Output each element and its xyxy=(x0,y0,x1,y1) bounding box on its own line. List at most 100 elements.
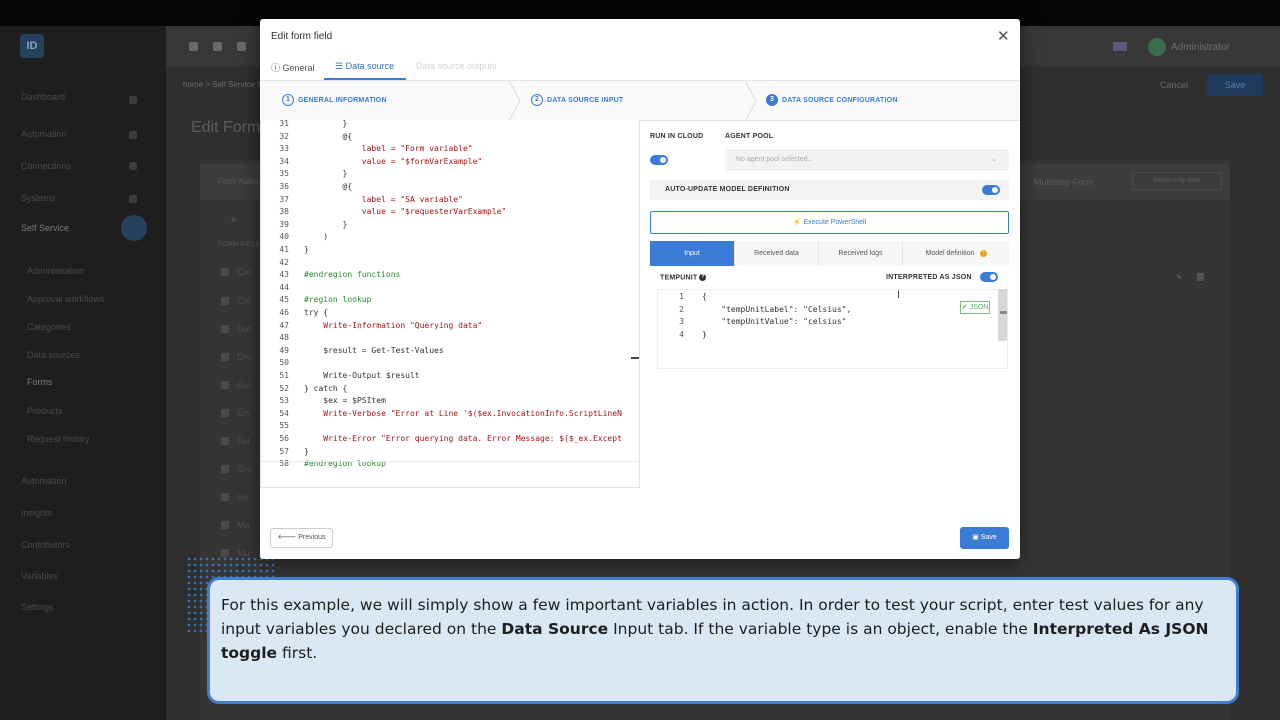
tab-received-logs[interactable]: Received logs xyxy=(819,241,903,266)
nav-item-systems[interactable]: Systems xyxy=(21,193,56,203)
save-button[interactable]: ▣ Save xyxy=(960,527,1009,549)
warning-icon: ! xyxy=(979,249,987,257)
code-text: $ex = $PSItem xyxy=(304,396,386,406)
code-text: try { xyxy=(304,308,329,317)
code-line: 44 xyxy=(261,282,639,295)
nav-item-connections[interactable]: Connections xyxy=(21,161,71,171)
code-text: value = "$formVarExample" xyxy=(304,156,483,166)
nav-item-automation[interactable]: Automation xyxy=(21,129,67,139)
code-text: $result = Get-Test-Values xyxy=(304,345,444,355)
tab-received-data[interactable]: Received data xyxy=(735,241,819,266)
execute-powershell-button[interactable]: ⚡ Execute PowerShell xyxy=(650,211,1009,234)
step-data-source-input[interactable]: 2 DATA SOURCE INPUT xyxy=(531,94,623,106)
interpreted-as-json-toggle[interactable] xyxy=(980,272,998,282)
list-item[interactable]: Dro xyxy=(221,352,252,362)
nav-sub-data-sources[interactable]: Data sources xyxy=(27,350,80,360)
line-number: 41 xyxy=(279,245,289,254)
avatar[interactable] xyxy=(1148,38,1166,56)
nav-sub-categories[interactable]: Categories xyxy=(27,322,71,332)
nav-item-contributors[interactable]: Contributors xyxy=(21,540,70,550)
bg-save-button[interactable]: Save xyxy=(1207,74,1263,96)
line-number: 1 xyxy=(679,292,684,301)
nav-sub-administration[interactable]: Administration xyxy=(27,266,84,276)
delete-icon[interactable] xyxy=(1197,273,1204,281)
editor-scroll-marker xyxy=(631,357,639,359)
code-text: #endregion functions xyxy=(304,270,401,280)
auto-update-toggle[interactable] xyxy=(982,185,1000,195)
read-only-data-button[interactable]: Read-only data xyxy=(1132,172,1222,190)
home-icon[interactable] xyxy=(189,42,198,51)
line-number: 36 xyxy=(279,182,289,191)
code-text: value = "$requesterVarExample" xyxy=(304,207,507,217)
flag-icon[interactable] xyxy=(1113,42,1127,51)
step-data-source-configuration[interactable]: 3 DATA SOURCE CONFIGURATION xyxy=(766,94,898,106)
step-general-information[interactable]: 1 GENERAL INFORMATION xyxy=(282,94,387,106)
tempunit-json-editor[interactable]: 1{2 "tempUnitLabel": "Celsius", 3 "tempUn… xyxy=(657,289,1008,369)
line-number: 34 xyxy=(279,156,289,166)
nav-item-variables[interactable]: Variables xyxy=(21,571,58,581)
nav-item-settings[interactable]: Settings xyxy=(21,602,54,612)
chevron-down-icon: ⌄ xyxy=(991,156,997,163)
code-line: 40 ) xyxy=(261,231,639,244)
wrench-icon[interactable] xyxy=(213,42,222,51)
line-number: 49 xyxy=(279,345,289,355)
line-number: 38 xyxy=(279,207,289,217)
step-chevron xyxy=(744,81,757,121)
line-number: 31 xyxy=(279,120,289,128)
agent-pool-select[interactable]: No agent pool selected... ⌄ xyxy=(725,149,1009,171)
nav-sub-forms[interactable]: Forms xyxy=(27,377,53,387)
list-item[interactable]: Fol xyxy=(221,436,250,446)
bg-cancel-button[interactable]: Cancel xyxy=(1150,74,1198,96)
search-icon[interactable]: ⌕ xyxy=(231,214,237,225)
list-item[interactable]: Em xyxy=(221,408,251,418)
user-name[interactable]: Administrator xyxy=(1171,42,1230,53)
run-in-cloud-toggle[interactable] xyxy=(650,155,668,165)
nav-item-dashboard[interactable]: Dashboard xyxy=(21,92,65,102)
code-text: @{ xyxy=(304,182,353,191)
code-line: 52} catch { xyxy=(261,383,639,396)
edit-icon[interactable]: ✎ xyxy=(1176,273,1183,282)
code-text: @{ xyxy=(304,131,353,141)
line-number: 35 xyxy=(279,169,289,179)
json-scrollbar[interactable] xyxy=(998,289,1007,341)
tab-data-source-outputs: Data source outputs xyxy=(416,61,497,71)
tab-model-definition[interactable]: Model definition! xyxy=(903,241,1009,266)
run-in-cloud-label: RUN IN CLOUD xyxy=(650,133,704,140)
nav-item-self-service[interactable]: Self Service xyxy=(21,223,69,233)
code-line: 32 @{ xyxy=(261,131,639,144)
tab-input[interactable]: Input xyxy=(650,241,735,266)
list-item[interactable]: Gro xyxy=(221,464,252,474)
nav-item-insights[interactable]: Insights xyxy=(21,508,52,518)
line-number: 45 xyxy=(279,295,289,305)
nav-sub-products[interactable]: Products xyxy=(27,406,63,416)
multistep-label: Multistep Form xyxy=(1034,177,1094,187)
tools-icon[interactable] xyxy=(237,42,246,51)
download-icon xyxy=(129,162,137,170)
code-text: Write-Information "Querying data" xyxy=(304,320,483,330)
line-number: 46 xyxy=(279,308,289,317)
tab-general[interactable]: ⓘ General xyxy=(271,61,315,74)
code-line: 33 label = "Form variable" xyxy=(261,143,639,156)
list-item[interactable]: Dat xyxy=(221,324,251,334)
json-line: 3 "tempUnitValue": "celsius" xyxy=(658,316,998,329)
tab-data-source[interactable]: ☰ Data source xyxy=(335,61,394,72)
nav-item-automation-2[interactable]: Automation xyxy=(21,476,67,486)
line-number: 4 xyxy=(679,329,684,339)
tempunit-label: TEMPUNIT? xyxy=(660,274,707,282)
form-name-label: Form Name xyxy=(218,177,261,186)
nav-sub-approval-workflows[interactable]: Approval workflows xyxy=(27,294,105,304)
database-icon: ☰ xyxy=(335,61,346,71)
nav-sub-request-history[interactable]: Request history xyxy=(27,434,90,444)
list-item[interactable]: Ma xyxy=(221,520,250,530)
code-line: 55 xyxy=(261,420,639,433)
close-icon[interactable]: ✕ xyxy=(997,27,1010,45)
list-item[interactable]: Cre xyxy=(221,267,252,277)
powershell-code-editor[interactable]: 31 } 32 @{33 label = "Form variable" 34 va… xyxy=(260,120,640,488)
list-item[interactable]: Gui xyxy=(221,380,251,390)
list-item[interactable]: He xyxy=(221,492,249,502)
code-text: ) xyxy=(304,232,329,242)
code-text: Write-Verbose "Error at Line '$($ex.Invo… xyxy=(304,408,622,418)
previous-button[interactable]: 🡐 Previous xyxy=(270,528,333,548)
help-icon[interactable]: ? xyxy=(699,274,707,281)
list-item[interactable]: Col xyxy=(221,296,251,306)
